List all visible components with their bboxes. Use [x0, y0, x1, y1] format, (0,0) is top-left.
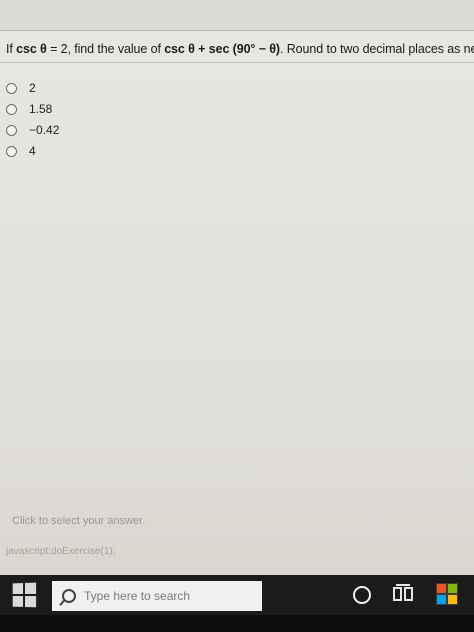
windows-start-icon[interactable]	[12, 582, 38, 610]
header-strip	[0, 0, 474, 30]
question-middle: = 2, find the value of	[46, 42, 165, 56]
answer-option-label: 4	[29, 144, 36, 158]
question-expression-2: csc θ + sec (90° − θ)	[164, 42, 280, 56]
radio-button[interactable]	[6, 103, 17, 115]
answer-option-2[interactable]: 1.58	[6, 99, 59, 119]
search-icon	[62, 589, 76, 603]
select-answer-hint: Click to select your answer.	[12, 515, 146, 527]
answer-option-4[interactable]: 4	[6, 141, 59, 161]
exercise-screen: If csc θ = 2, find the value of csc θ + …	[0, 0, 474, 575]
answer-option-label: 2	[29, 81, 36, 95]
question-suffix: . Round to two decimal places as neede	[280, 42, 474, 56]
cortana-icon[interactable]	[353, 586, 371, 604]
question-text: If csc θ = 2, find the value of csc θ + …	[6, 42, 474, 56]
radio-button[interactable]	[6, 145, 17, 157]
status-bar-text: javascript:doExercise(1);	[6, 546, 116, 557]
store-icon[interactable]	[436, 583, 458, 605]
monitor-bezel	[0, 615, 474, 632]
task-view-icon[interactable]	[393, 584, 415, 604]
question-expression-1: csc θ	[16, 42, 47, 56]
question-prefix: If	[6, 42, 17, 56]
header-divider	[0, 30, 474, 31]
radio-button[interactable]	[6, 82, 17, 94]
answer-option-1[interactable]: 2	[6, 78, 59, 98]
taskbar-search-placeholder: Type here to search	[84, 589, 191, 603]
answer-option-3[interactable]: −0.42	[6, 120, 59, 140]
radio-button[interactable]	[6, 124, 17, 136]
answer-options: 2 1.58 −0.42 4	[6, 78, 59, 162]
question-divider	[0, 62, 474, 63]
answer-option-label: 1.58	[29, 102, 53, 116]
answer-option-label: −0.42	[29, 123, 60, 137]
taskbar-search-box[interactable]: Type here to search	[52, 581, 262, 611]
